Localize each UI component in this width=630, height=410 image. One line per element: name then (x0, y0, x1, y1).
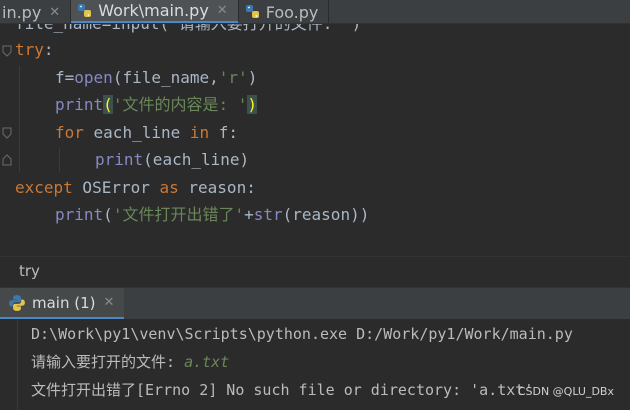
code-editor[interactable]: file_name=input('请输入要打开的文件: ') try: f=op… (0, 24, 630, 256)
code-line: f=open(file_name,'r') (55, 68, 258, 87)
identifier: f (55, 68, 65, 87)
tab-work-main-py[interactable]: Work\main.py ✕ (71, 0, 239, 23)
indent-guide (59, 148, 60, 172)
prompt-text: 请输入要打开的文件: (31, 353, 185, 371)
builtin-print: print (55, 95, 104, 114)
console-prompt-line: 请输入要打开的文件: a.txt (31, 348, 229, 376)
watermark: CSDN @QLU_DBx (517, 385, 614, 398)
builtin-print: print (95, 150, 144, 169)
indent-guide (19, 66, 20, 172)
code-line: except OSError as reason: (15, 174, 256, 201)
keyword-as: as (159, 178, 179, 197)
keyword-try: try (15, 40, 44, 59)
run-tab-main[interactable]: main (1) ✕ (0, 288, 125, 320)
run-console[interactable]: D:\Work\py1\venv\Scripts\python.exe D:/W… (0, 319, 630, 410)
breadcrumb: try (0, 256, 630, 286)
identifier: reason: (178, 178, 256, 197)
tab-label: Foo.py (265, 2, 319, 22)
code-line: print(each_line) (95, 146, 249, 173)
user-input: a.txt (184, 353, 230, 371)
exception-class: OSError (72, 178, 160, 197)
args: (each_line) (143, 150, 250, 169)
builtin-open: open (74, 68, 113, 87)
console-toolbar-divider (17, 319, 18, 410)
operator: + (244, 205, 254, 224)
builtin-print: print (55, 205, 104, 224)
console-command-line: D:\Work\py1\venv\Scripts\python.exe D:/W… (31, 325, 573, 343)
string-literal: 'r' (218, 68, 248, 87)
fold-icon[interactable] (2, 45, 12, 57)
python-icon (9, 294, 25, 311)
identifier: each_line (83, 123, 190, 142)
code-line: print('文件打开出错了'+str(reason)) (55, 205, 370, 224)
python-file-icon (245, 5, 259, 18)
keyword-except: except (15, 178, 73, 197)
args: (reason)) (282, 205, 370, 224)
tab-label: in.py (2, 2, 42, 22)
keyword-in: in (189, 123, 210, 142)
code-line: try: (15, 40, 54, 59)
run-tool-window-header: main (1) ✕ (0, 287, 630, 320)
close-icon[interactable]: ✕ (104, 295, 115, 310)
builtin-str: str (253, 205, 283, 224)
fold-icon[interactable] (2, 154, 12, 166)
close-icon[interactable]: ✕ (217, 3, 228, 18)
fold-icon[interactable] (2, 127, 12, 139)
code-line: for each_line in f: (55, 119, 238, 146)
string-literal: '文件的内容是: ' (112, 95, 248, 114)
code-line: file_name=input('请输入要打开的文件: ') (15, 24, 361, 37)
tab-in-py[interactable]: in.py ✕ (0, 0, 72, 23)
keyword-for: for (55, 123, 84, 142)
breadcrumb-item[interactable]: try (19, 262, 40, 280)
close-icon[interactable]: ✕ (49, 5, 60, 20)
console-error-line: 文件打开出错了[Errno 2] No such file or directo… (31, 381, 534, 399)
code-line: print('文件的内容是: ') (55, 95, 257, 114)
python-file-icon (78, 3, 92, 17)
identifier: f: (209, 123, 239, 142)
string-literal: '文件打开出错了' (112, 205, 245, 224)
tab-label: Work\main.py (98, 1, 209, 20)
editor-tab-bar: in.py ✕ Work\main.py ✕ Foo.py (0, 0, 630, 24)
paren: ) (247, 68, 258, 87)
run-tab-label: main (1) (32, 293, 96, 312)
tab-foo-py[interactable]: Foo.py (239, 0, 330, 23)
args: (file_name, (112, 68, 219, 87)
